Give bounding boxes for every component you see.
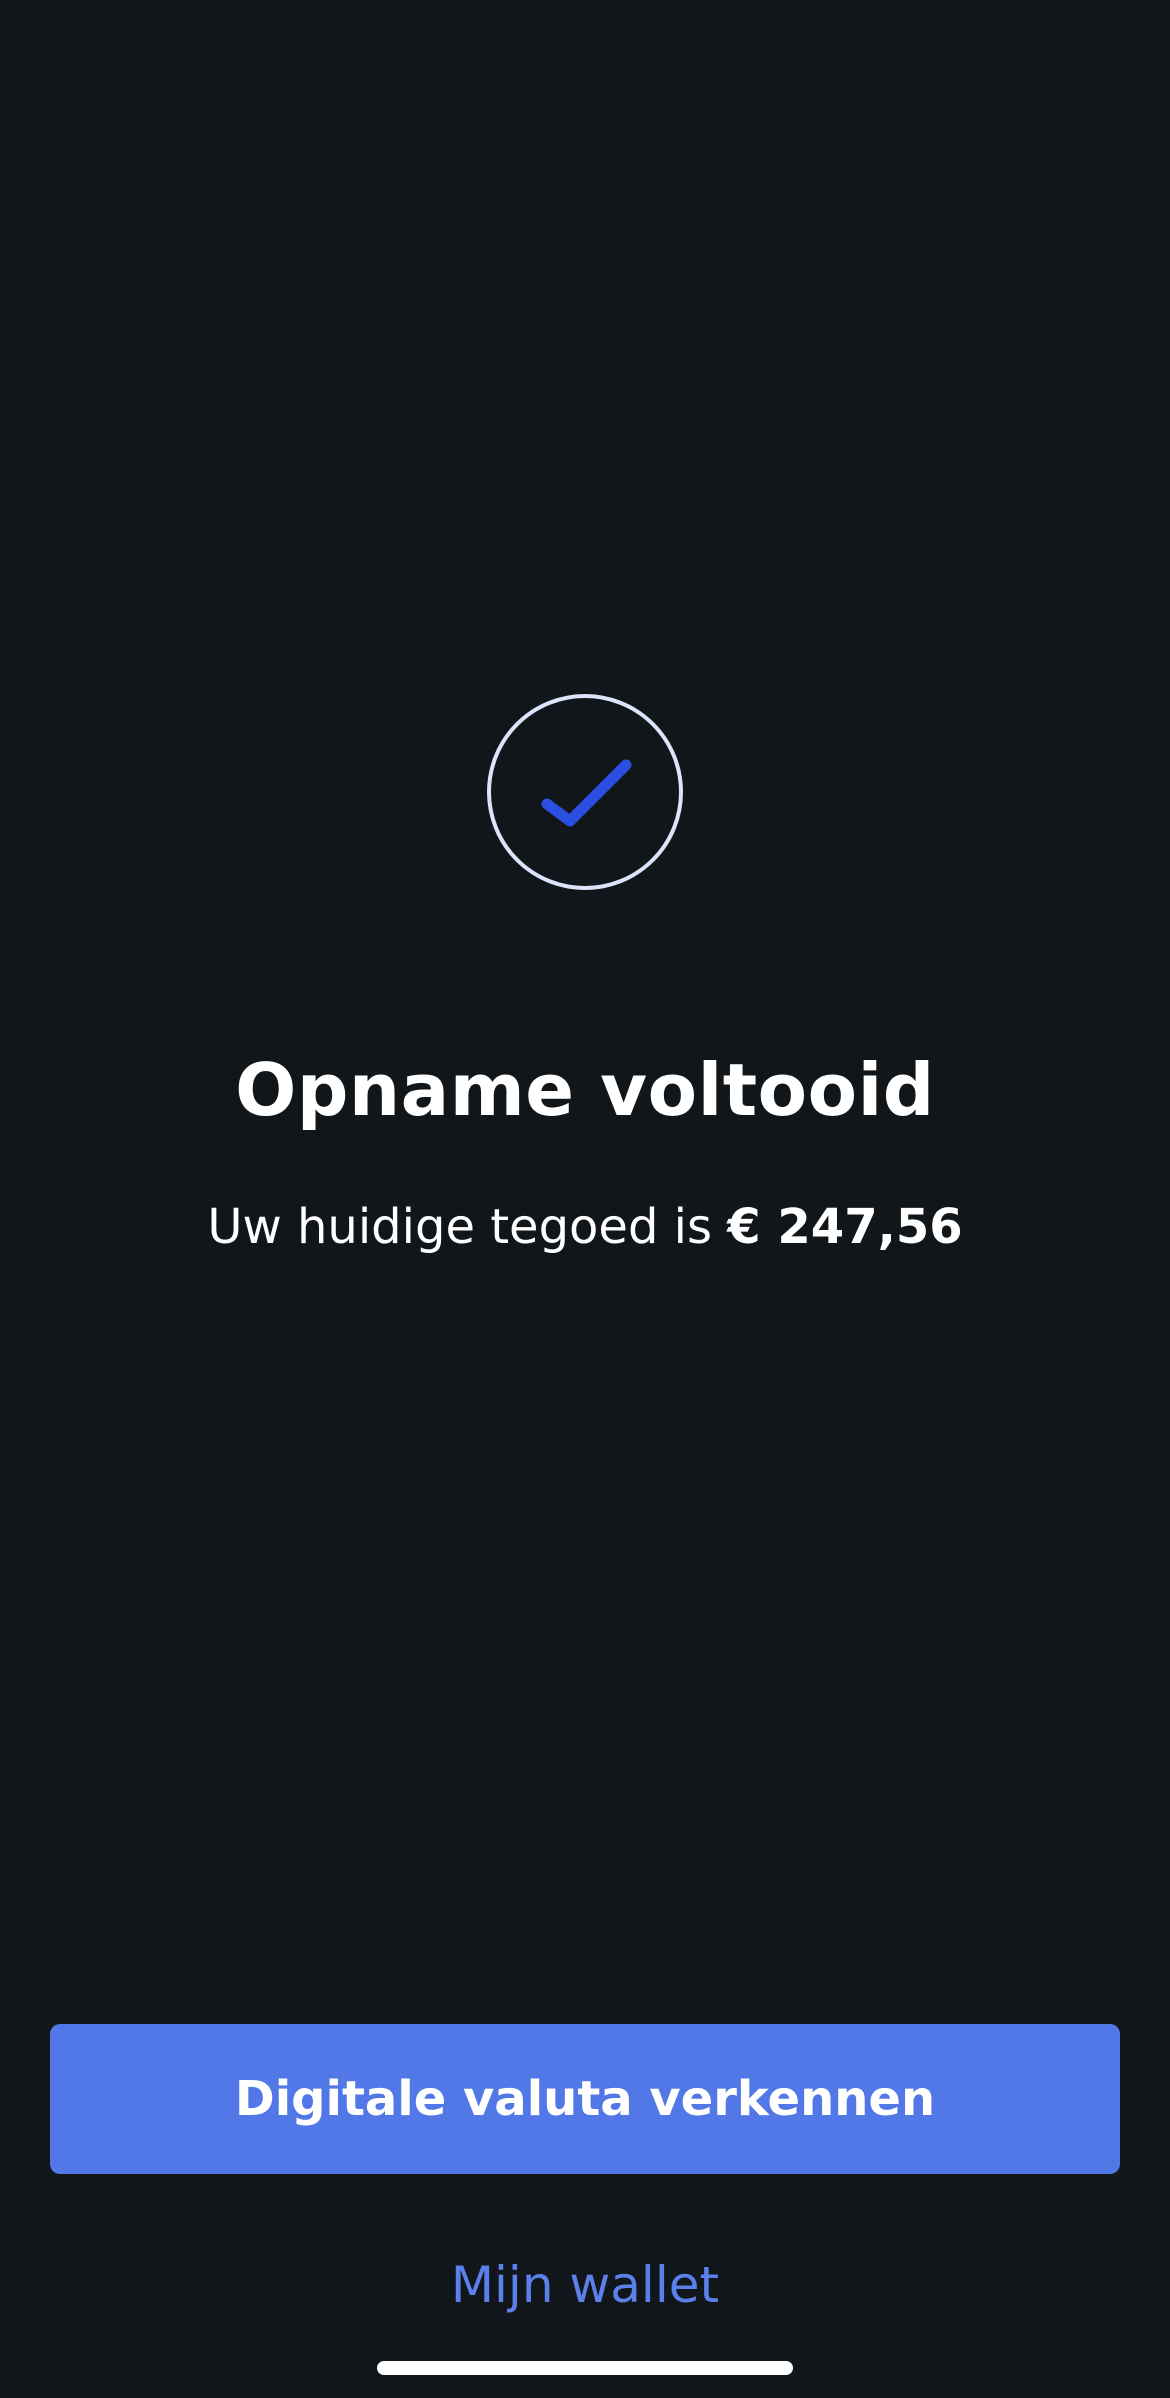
balance-amount: € 247,56 (727, 1199, 963, 1255)
withdrawal-complete-screen: Opname voltooid Uw huidige tegoed is € 2… (0, 0, 1170, 2398)
balance-message: Uw huidige tegoed is € 247,56 (0, 1195, 1170, 1259)
home-indicator[interactable] (377, 2361, 793, 2375)
checkmark-circle-icon (487, 694, 683, 890)
page-title: Opname voltooid (235, 1048, 935, 1132)
explore-digital-currency-button[interactable]: Digitale valuta verkennen (50, 2024, 1120, 2174)
my-wallet-link[interactable]: Mijn wallet (0, 2250, 1170, 2320)
balance-label: Uw huidige tegoed is (207, 1199, 713, 1255)
